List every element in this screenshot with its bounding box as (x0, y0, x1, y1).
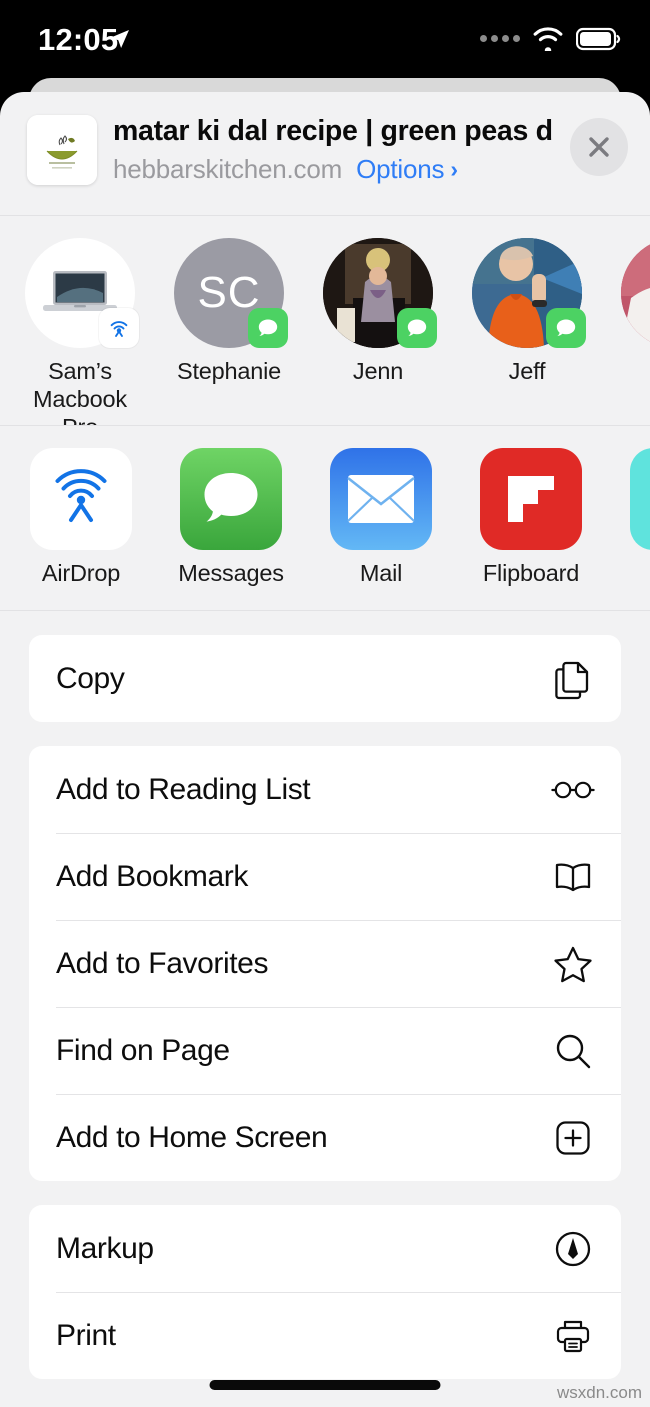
action-label: Find on Page (56, 1033, 230, 1067)
action-label: Copy (56, 661, 125, 695)
share-header-text: matar ki dal recipe | green peas d... he… (113, 112, 553, 185)
action-row-find-on-page[interactable]: Find on Page (29, 1007, 621, 1094)
hebbars-kitchen-logo (27, 115, 97, 185)
battery-full-icon (576, 27, 621, 50)
action-label: Print (56, 1318, 116, 1352)
action-label: Add to Favorites (56, 946, 269, 980)
status-bar-indicators (480, 26, 622, 51)
action-row-copy[interactable]: Copy (29, 635, 621, 722)
contact-label: Jenn (352, 358, 404, 384)
action-list: Copy Add to Reading List Add Bookmark Ad… (0, 611, 650, 1379)
avatar (25, 238, 139, 348)
copy-documents-icon (550, 656, 596, 702)
action-row-add-to-home-screen[interactable]: Add to Home Screen (29, 1094, 621, 1181)
app-airdrop[interactable]: AirDrop (25, 448, 137, 587)
avatar (323, 238, 437, 348)
flipboard-icon (480, 448, 582, 550)
contact-label: WF (621, 357, 650, 413)
page-domain: hebbarskitchen.com (113, 154, 343, 184)
status-bar-time: 12:05 (38, 22, 119, 57)
contact-label: Sam’sMacbook Pro (33, 358, 127, 425)
location-arrow-icon (111, 30, 129, 48)
printer-icon (550, 1313, 596, 1359)
contact-label: Stephanie (176, 358, 282, 384)
action-row-markup[interactable]: Markup (29, 1205, 621, 1292)
messages-icon (180, 448, 282, 550)
share-sheet: matar ki dal recipe | green peas d... he… (0, 92, 650, 1407)
wifi-icon (533, 27, 563, 51)
chevron-right-icon: › (450, 156, 458, 182)
status-bar: 12:05 (0, 0, 650, 82)
contact-label: Jeff (508, 358, 546, 384)
mail-icon (330, 448, 432, 550)
book-icon (550, 854, 596, 900)
action-row-print[interactable]: Print (29, 1292, 621, 1379)
contact-jeff[interactable]: Jeff (472, 238, 586, 385)
search-icon (550, 1028, 596, 1074)
signal-dots-icon (480, 35, 520, 42)
star-outline-icon (550, 941, 596, 987)
options-button[interactable]: Options › (356, 154, 458, 185)
avatar (621, 238, 650, 348)
page-title: matar ki dal recipe | green peas d... (113, 115, 553, 147)
share-sheet-header: matar ki dal recipe | green peas d... he… (0, 92, 650, 216)
contacts-row[interactable]: Sam’sMacbook Pro SC Stephanie (0, 216, 650, 426)
photo-avatar (621, 238, 650, 348)
action-row-add-bookmark[interactable]: Add Bookmark (29, 833, 621, 920)
watermark: wsxdn.com (556, 1383, 642, 1402)
action-label: Markup (56, 1231, 154, 1265)
app-messages[interactable]: Messages (175, 448, 287, 587)
action-label: Add to Reading List (56, 772, 311, 806)
messages-badge-icon (248, 308, 288, 348)
action-row-add-to-reading-list[interactable]: Add to Reading List (29, 746, 621, 833)
contact-stephanie[interactable]: SC Stephanie (174, 238, 288, 385)
avatar (472, 238, 586, 348)
airdrop-badge-icon (99, 308, 139, 348)
messages-badge-icon (397, 308, 437, 348)
app-flipboard[interactable]: Flipboard (475, 448, 587, 587)
app-label: AirDrop (41, 560, 121, 586)
action-row-add-to-favorites[interactable]: Add to Favorites (29, 920, 621, 1007)
iphone-screen: 12:05 matar ki dal recipe | green peas d… (0, 0, 650, 1407)
eyeglasses-icon (550, 767, 596, 813)
home-indicator[interactable] (209, 1380, 441, 1390)
avatar: SC (174, 238, 288, 348)
airdrop-icon (30, 448, 132, 550)
action-group-safari: Add to Reading List Add Bookmark Add to … (29, 746, 621, 1181)
action-group-copy: Copy (29, 635, 621, 722)
app-partial[interactable]: Fi (625, 448, 650, 587)
app-label: Messages (178, 560, 284, 586)
app-label: Mail (359, 560, 403, 586)
close-button[interactable] (570, 118, 628, 176)
action-group-tools: Markup Print (29, 1205, 621, 1379)
contact-partial[interactable]: WF (621, 238, 650, 413)
messages-badge-icon (546, 308, 586, 348)
app-mail[interactable]: Mail (325, 448, 437, 587)
contact-jenn[interactable]: Jenn (323, 238, 437, 385)
plus-square-icon (550, 1115, 596, 1161)
app-label: Fi (625, 560, 650, 587)
app-label: Flipboard (482, 560, 580, 586)
action-label: Add to Home Screen (56, 1120, 328, 1154)
contact-sams-macbook-pro[interactable]: Sam’sMacbook Pro (25, 238, 139, 425)
action-label: Add Bookmark (56, 859, 248, 893)
close-icon (589, 137, 609, 157)
play-triangle-icon (630, 448, 650, 550)
apps-row[interactable]: AirDrop Messages Mail Flipboard (0, 426, 650, 611)
markup-pen-icon (550, 1226, 596, 1272)
share-header-subline: hebbarskitchen.com Options › (113, 154, 553, 185)
options-label: Options (356, 154, 445, 184)
